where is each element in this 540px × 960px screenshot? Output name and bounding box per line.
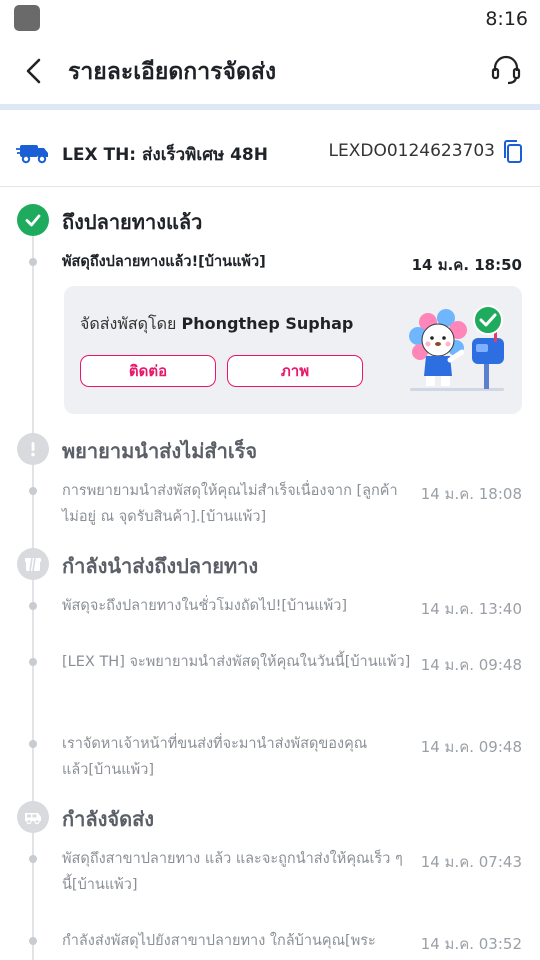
in-transit-status-icon (17, 801, 49, 833)
status-title-delivered: ถึงปลายทางแล้ว (62, 210, 203, 234)
timeline-line (32, 228, 34, 960)
status-title-out-for-delivery: กำลังนำส่งถึงปลายทาง (62, 554, 259, 578)
carrier-row: LEX TH: ส่งเร็วพิเศษ 48H LEXDO0124623703 (0, 122, 540, 187)
event-time: 14 ม.ค. 07:43 (420, 853, 522, 871)
out-for-delivery-status-icon (17, 548, 49, 580)
timeline-dot (29, 487, 37, 495)
event-text: เราจัดหาเจ้าหน้าที่ขนส่งที่จะมานำส่งพัสด… (62, 736, 368, 778)
courier-card: จัดส่งพัสดุโดย Phongthep Suphap ติดต่อ ภ… (64, 286, 522, 414)
delivered-by-label: จัดส่งพัสดุโดย (80, 314, 177, 333)
timeline-dot (29, 740, 37, 748)
delivered-status-icon (17, 204, 49, 236)
timeline-dot (29, 937, 37, 945)
header-divider (0, 104, 540, 110)
event-time: 14 ม.ค. 18:50 (411, 256, 522, 274)
customer-service-button[interactable] (488, 52, 524, 88)
timeline-dot (29, 658, 37, 666)
event-text: พัสดุถึงสาขาปลายทาง แล้ว และจะถูกนำส่งให… (62, 851, 403, 893)
status-time: 8:16 (485, 8, 528, 30)
carrier-name: LEX TH: ส่งเร็วพิเศษ 48H (62, 145, 268, 165)
app-header: รายละเอียดการจัดส่ง (0, 40, 540, 104)
event-text: กำลังส่งพัสดุไปยังสาขาปลายทาง ใกล้บ้านคุ… (62, 933, 376, 949)
delivery-mascot-illustration (409, 305, 504, 391)
courier-name: Phongthep Suphap (181, 314, 354, 333)
contact-courier-button[interactable]: ติดต่อ (80, 355, 216, 387)
truck-icon (16, 145, 48, 164)
event-text: พัสดุถึงปลายทางแล้ว![บ้านแพ้ว] (62, 254, 266, 270)
event-time: 14 ม.ค. 09:48 (420, 738, 522, 756)
failed-attempt-status-icon (17, 433, 49, 465)
check-icon (25, 214, 41, 227)
timeline-dot (29, 602, 37, 610)
status-title-in-transit: กำลังจัดส่ง (62, 807, 155, 831)
copy-icon (504, 140, 522, 163)
headset-icon (491, 55, 521, 85)
copy-tracking-button[interactable] (501, 138, 525, 166)
back-button[interactable] (18, 54, 52, 88)
event-time: 14 ม.ค. 13:40 (420, 600, 522, 618)
delivered-by-text: จัดส่งพัสดุโดย Phongthep Suphap (80, 312, 353, 337)
gift-box-icon (25, 557, 41, 572)
van-icon (25, 813, 41, 825)
timeline-dot (29, 855, 37, 863)
tracking-number: LEXDO0124623703 (328, 141, 496, 161)
timeline-dot (29, 258, 37, 266)
app-notification-icon (14, 5, 40, 31)
event-time: 14 ม.ค. 03:52 (420, 935, 522, 953)
status-bar: 8:16 (0, 0, 540, 40)
back-arrow-icon (26, 58, 41, 84)
page-title: รายละเอียดการจัดส่ง (68, 59, 277, 85)
event-time: 14 ม.ค. 09:48 (420, 656, 522, 674)
status-title-failed-attempt: พยายามนำส่งไม่สำเร็จ (62, 439, 258, 463)
event-text: การพยายามนำส่งพัสดุให้คุณไม่สำเร็จเนื่อง… (62, 483, 398, 525)
event-text: พัสดุจะถึงปลายทางในชั่วโมงถัดไป![บ้านแพ้… (62, 598, 348, 614)
event-text: [LEX TH] จะพยายามนำส่งพัสดุให้คุณในวันนี… (62, 654, 411, 670)
delivery-photo-button[interactable]: ภาพ (227, 355, 363, 387)
event-time: 14 ม.ค. 18:08 (420, 485, 522, 503)
exclamation-icon (31, 442, 35, 457)
